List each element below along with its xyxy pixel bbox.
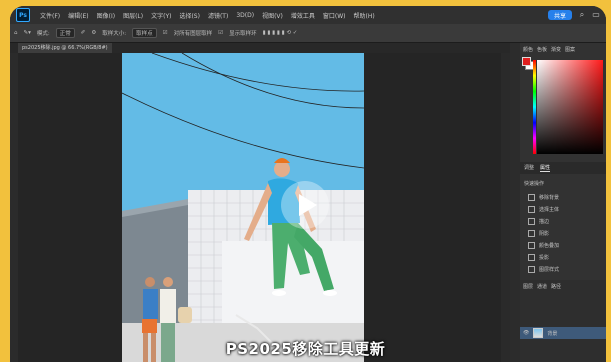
- mode-label: 模式:: [36, 31, 50, 37]
- tab-patterns[interactable]: 图案: [565, 46, 575, 53]
- right-panel: 颜色 色板 渐变 图案 调整 属性 快速操作 移除背景 选择主体 描边 阴影 颜…: [520, 43, 606, 362]
- brush-icon[interactable]: ✐: [81, 30, 86, 36]
- tab-gradients[interactable]: 渐变: [551, 46, 561, 53]
- layers-tabs: 图层 通道 路径: [520, 280, 606, 292]
- menu-bar: Ps 文件(F) 编辑(E) 图像(I) 图层(L) 文字(Y) 选择(S) 滤…: [10, 6, 606, 24]
- action-item[interactable]: 阴影: [520, 227, 606, 239]
- settings-icon[interactable]: ⚙: [91, 30, 96, 36]
- action-icon: [528, 265, 535, 273]
- menu-window[interactable]: 窗口(W): [319, 11, 350, 20]
- canvas-area[interactable]: [18, 53, 501, 362]
- menu-file[interactable]: 文件(F): [36, 11, 64, 20]
- menu-view[interactable]: 视图(V): [258, 11, 287, 20]
- properties-tabs: 调整 属性: [520, 162, 606, 174]
- canvas-scrollbar[interactable]: [501, 53, 510, 362]
- menu-layer[interactable]: 图层(L): [119, 11, 147, 20]
- action-label: 描边: [539, 218, 550, 225]
- app-window: Ps 文件(F) 编辑(E) 图像(I) 图层(L) 文字(Y) 选择(S) 滤…: [10, 6, 606, 362]
- action-label: 投影: [539, 254, 550, 261]
- tab-channels[interactable]: 通道: [537, 283, 547, 290]
- action-label: 选择主体: [539, 206, 560, 213]
- layer-name: 背景: [547, 330, 558, 337]
- document-photo: [122, 53, 364, 362]
- menu-3d[interactable]: 3D(D): [232, 12, 258, 19]
- color-picker-field[interactable]: [537, 60, 603, 154]
- share-button[interactable]: 共享: [547, 10, 572, 20]
- action-label: 移除背景: [539, 194, 560, 201]
- tab-swatches[interactable]: 色板: [537, 46, 547, 53]
- menu-help[interactable]: 帮助(H): [350, 11, 379, 20]
- eye-icon[interactable]: 👁: [523, 330, 529, 336]
- photo-illustration: [122, 53, 364, 362]
- action-item[interactable]: 图层样式: [520, 263, 606, 275]
- action-item[interactable]: 描边: [520, 215, 606, 227]
- document-tab[interactable]: ps2025移除.jpg @ 66.7%(RGB/8#): [18, 43, 112, 53]
- menu-select[interactable]: 选择(S): [175, 11, 204, 20]
- menu-edit[interactable]: 编辑(E): [64, 11, 92, 20]
- foreground-color-swatch[interactable]: [522, 57, 531, 66]
- tools-panel: [10, 53, 18, 362]
- workspace-icon[interactable]: ▭: [590, 9, 602, 21]
- home-icon[interactable]: ⌂: [14, 30, 18, 36]
- show-ring-checkbox[interactable]: ☑: [218, 30, 223, 36]
- action-item[interactable]: 投影: [520, 251, 606, 263]
- tab-properties[interactable]: 属性: [540, 164, 551, 172]
- sample-all-checkbox[interactable]: ☑: [163, 30, 168, 36]
- layer-thumbnail: [533, 328, 544, 338]
- show-ring-label: 显示取样环: [229, 31, 257, 37]
- document-tabbar: ps2025移除.jpg @ 66.7%(RGB/8#): [10, 43, 510, 53]
- action-label: 阴影: [539, 230, 550, 237]
- action-icon: [528, 241, 535, 249]
- menu-image[interactable]: 图像(I): [93, 11, 119, 20]
- quick-actions-title[interactable]: 快速操作: [520, 174, 606, 191]
- action-icon: [528, 217, 535, 225]
- tab-color[interactable]: 颜色: [523, 46, 533, 53]
- tool-preset-icon[interactable]: ✎▾: [24, 30, 31, 36]
- sample-label: 取样大小:: [102, 31, 127, 37]
- menu-plugins[interactable]: 增效工具: [287, 11, 319, 20]
- tab-paths[interactable]: 路径: [551, 283, 561, 290]
- mode-select[interactable]: 正常: [55, 28, 75, 38]
- sample-all-label: 对所有图层取样: [173, 31, 213, 37]
- hue-slider[interactable]: [533, 60, 536, 154]
- align-icons[interactable]: ▮ ▮ ▮ ▮ ▮ ⟲ ✓: [263, 30, 298, 36]
- menu-type[interactable]: 文字(Y): [147, 11, 175, 20]
- action-item[interactable]: 颜色叠加: [520, 239, 606, 251]
- action-icon: [528, 205, 535, 213]
- action-label: 颜色叠加: [539, 242, 560, 249]
- color-panel-tabs: 颜色 色板 渐变 图案: [520, 43, 606, 55]
- tab-layers[interactable]: 图层: [523, 283, 533, 290]
- action-icon: [528, 229, 535, 237]
- options-bar: ⌂ ✎▾ 模式: 正常 ✐ ⚙ 取样大小: 取样点 ☑ 对所有图层取样 ☑ 显示…: [10, 24, 606, 43]
- action-icon: [528, 253, 535, 261]
- action-item[interactable]: 移除背景: [520, 191, 606, 203]
- search-icon[interactable]: ⌕: [576, 9, 588, 21]
- menu-filter[interactable]: 滤镜(T): [204, 11, 232, 20]
- video-subtitle: PS2025移除工具更新: [225, 340, 386, 358]
- action-label: 图层样式: [539, 266, 560, 273]
- tab-adjustments[interactable]: 调整: [524, 164, 534, 172]
- action-item[interactable]: 选择主体: [520, 203, 606, 215]
- properties-panel: 调整 属性 快速操作 移除背景 选择主体 描边 阴影 颜色叠加 投影 图层样式: [520, 162, 606, 275]
- action-icon: [528, 193, 535, 201]
- panel-dock-icons: [510, 43, 520, 362]
- ps-logo-icon: Ps: [16, 8, 30, 22]
- sample-select[interactable]: 取样点: [132, 28, 157, 38]
